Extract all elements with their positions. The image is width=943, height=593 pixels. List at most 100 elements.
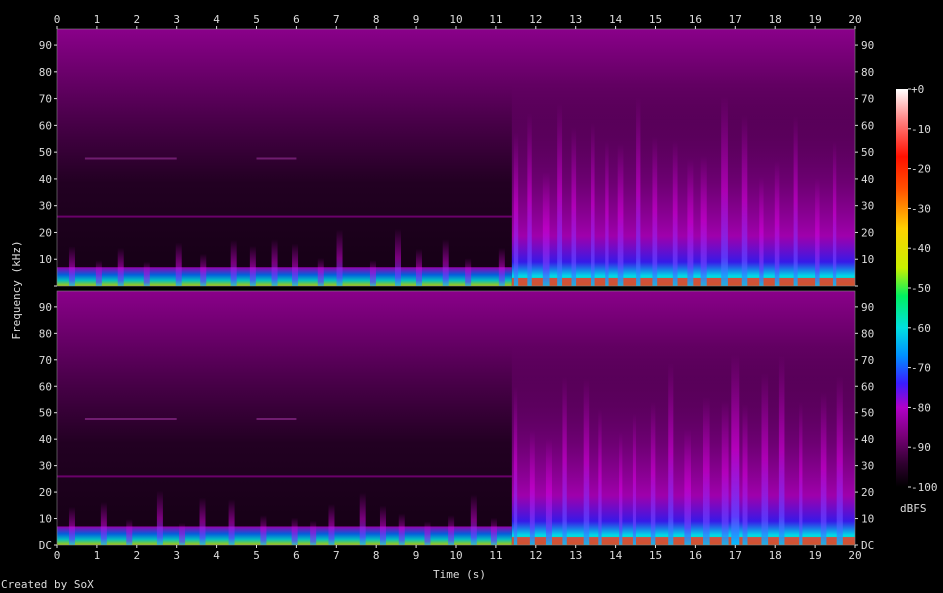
tone-band <box>57 215 512 218</box>
x-tick-label-top: 4 <box>213 13 220 26</box>
transient <box>424 521 431 545</box>
y-tick-label-left: 20 <box>39 486 52 499</box>
x-tick-label-top: 19 <box>808 13 821 26</box>
transient <box>291 517 298 545</box>
dc-band <box>511 277 855 286</box>
y-tick-label-right: 50 <box>861 146 874 159</box>
transient <box>799 401 803 545</box>
x-tick-label-bottom: 20 <box>848 549 861 562</box>
y-tick-label-left: 60 <box>39 119 52 132</box>
x-tick-label-bottom: 7 <box>333 549 340 562</box>
y-tick-label-right: 30 <box>861 460 874 473</box>
colorbar-tick-label: -10 <box>911 123 931 136</box>
transient <box>175 242 182 286</box>
transient <box>583 378 590 545</box>
transient <box>143 261 150 286</box>
transient <box>379 505 386 545</box>
transient <box>249 245 256 286</box>
colorbar-tick-label: -20 <box>911 163 931 176</box>
transient <box>490 517 497 545</box>
y-tick-label-right: DC <box>861 539 874 552</box>
x-tick-label-bottom: 3 <box>173 549 180 562</box>
y-tick-label-right: 20 <box>861 226 874 239</box>
colorbar-tick-label: -60 <box>911 322 931 335</box>
transient <box>545 438 552 545</box>
transient <box>684 428 691 545</box>
y-tick-label-left: 20 <box>39 226 52 239</box>
y-tick-label-right: 90 <box>861 301 874 314</box>
transient <box>126 519 133 545</box>
transient <box>448 515 455 545</box>
transient <box>542 172 550 286</box>
y-tick-label-right: 50 <box>861 407 874 420</box>
x-tick-label-bottom: 10 <box>449 549 462 562</box>
y-tick-label-right: 40 <box>861 173 874 186</box>
transient <box>317 257 324 286</box>
x-tick-label-top: 6 <box>293 13 300 26</box>
low-band <box>57 526 512 545</box>
x-tick-label-bottom: 19 <box>808 549 821 562</box>
x-tick-label-top: 18 <box>769 13 782 26</box>
transient <box>310 520 317 545</box>
x-tick-label-top: 13 <box>569 13 582 26</box>
tone-band <box>256 157 297 160</box>
x-tick-label-top: 2 <box>133 13 140 26</box>
x-tick-label-bottom: 2 <box>133 549 140 562</box>
y-tick-label-right: 80 <box>861 327 874 340</box>
transient <box>702 396 710 545</box>
transient <box>415 248 422 286</box>
y-tick-label-left: 70 <box>39 93 52 106</box>
transient <box>179 522 186 545</box>
transient <box>527 112 532 286</box>
transient <box>591 122 595 286</box>
x-tick-label-bottom: 17 <box>729 549 742 562</box>
transient <box>650 401 656 545</box>
transient <box>199 497 206 545</box>
colorbar-tick-label: -80 <box>911 401 931 414</box>
x-tick-label-bottom: 4 <box>213 549 220 562</box>
transient <box>672 140 678 286</box>
transient <box>571 127 577 286</box>
y-tick-label-left: 90 <box>39 301 52 314</box>
colorbar-tick-label: -40 <box>911 242 931 255</box>
x-tick-label-top: 9 <box>413 13 420 26</box>
x-tick-label-bottom: 9 <box>413 549 420 562</box>
tone-band <box>57 475 512 478</box>
colorbar-tick-label: -30 <box>911 202 931 215</box>
y-tick-label-right: 40 <box>861 433 874 446</box>
spectrogram-chart: 10 1020 2030 3040 4050 5060 6070 7080 8090 90DC DC… <box>10 13 938 581</box>
tone-band <box>256 418 297 420</box>
y-tick-label-left: 80 <box>39 66 52 79</box>
y-tick-label-left: 10 <box>39 253 52 266</box>
transient <box>668 362 674 545</box>
y-tick-label-right: 60 <box>861 380 874 393</box>
transient <box>442 239 449 286</box>
x-tick-label-bottom: 15 <box>649 549 662 562</box>
colorbar-tick-label: +0 <box>911 83 924 96</box>
loud-section <box>511 85 855 286</box>
transient <box>465 258 472 286</box>
y-tick-label-right: 10 <box>861 253 874 266</box>
colorbar-tick-label: -50 <box>911 282 931 295</box>
transient <box>359 492 366 545</box>
colorbar-tick-label: -100 <box>911 481 938 494</box>
transient <box>336 229 343 286</box>
transient <box>557 103 563 286</box>
channel-1-panel <box>56 28 856 287</box>
colorbar-tick-label: -90 <box>911 441 931 454</box>
transient <box>100 502 107 545</box>
transient <box>652 136 658 286</box>
y-tick-label-left: 40 <box>39 433 52 446</box>
x-tick-label-bottom: 1 <box>94 549 101 562</box>
transient <box>759 176 764 286</box>
transient <box>117 247 124 286</box>
transient <box>721 95 728 286</box>
y-tick-label-right: 60 <box>861 119 874 132</box>
transient <box>598 408 602 545</box>
x-tick-label-top: 15 <box>649 13 662 26</box>
x-tick-label-top: 14 <box>609 13 623 26</box>
transient <box>200 253 207 286</box>
colorbar-label: dBFS <box>900 502 927 515</box>
transient <box>815 178 820 286</box>
y-tick-label-left: 30 <box>39 460 52 473</box>
